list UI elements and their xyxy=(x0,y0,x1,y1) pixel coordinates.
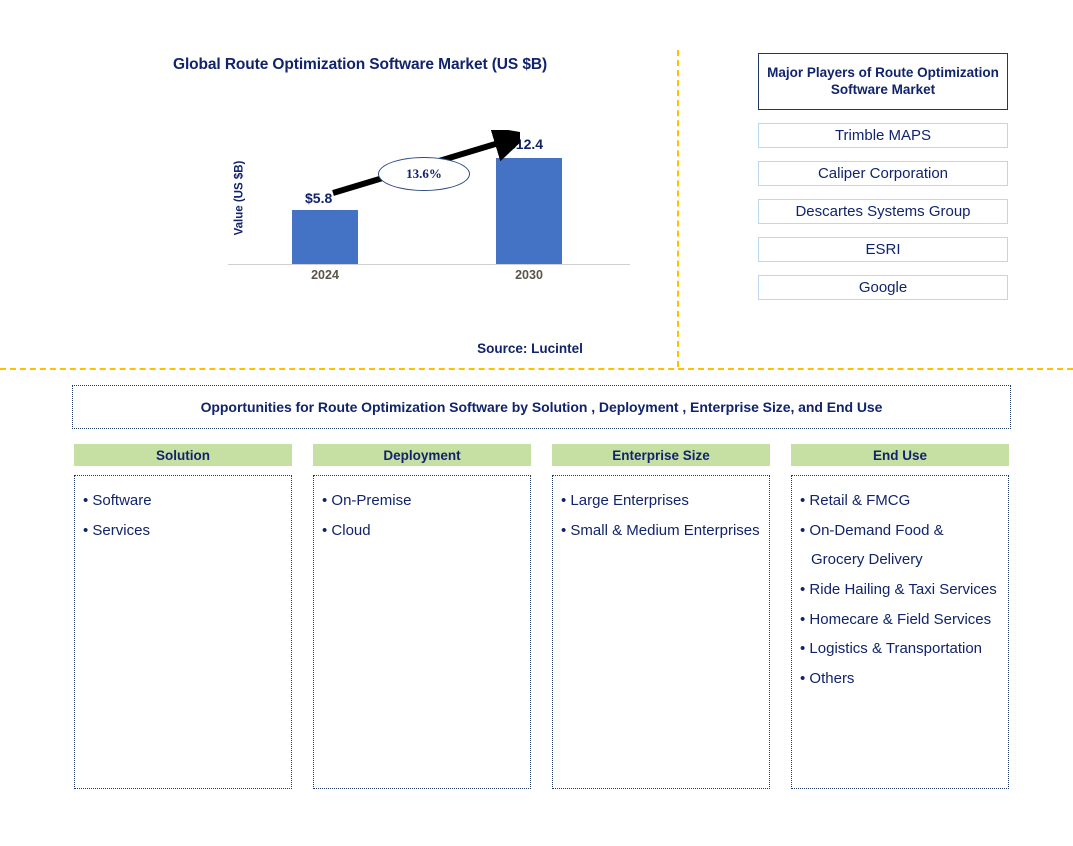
list-end-use: Retail & FMCG On-Demand Food & Grocery D… xyxy=(800,486,1000,694)
cagr-value: 13.6% xyxy=(406,166,442,181)
opportunity-column-enterprise-size: Enterprise Size Large Enterprises Small … xyxy=(552,444,770,789)
list-item: Retail & FMCG xyxy=(800,486,1000,516)
list-item: Large Enterprises xyxy=(561,486,761,516)
list-item: Cloud xyxy=(322,516,522,546)
list-deployment: On-Premise Cloud xyxy=(322,486,522,545)
column-header-end-use: End Use xyxy=(791,444,1009,466)
player-item-2[interactable]: Descartes Systems Group xyxy=(758,199,1008,224)
vertical-divider xyxy=(677,50,679,367)
chart-x-axis-line xyxy=(228,264,630,265)
bar-2030 xyxy=(496,158,562,264)
list-item: Others xyxy=(800,664,1000,694)
player-label-4: Google xyxy=(858,279,908,296)
player-item-0[interactable]: Trimble MAPS xyxy=(758,123,1008,148)
cagr-callout: 13.6% xyxy=(378,157,470,191)
opportunities-columns: Solution Software Services Deployment On… xyxy=(74,444,1009,789)
list-item: Ride Hailing & Taxi Services xyxy=(800,575,1000,605)
chart-source: Source: Lucintel xyxy=(477,341,583,356)
major-players-title-box: Major Players of Route Optimization Soft… xyxy=(758,53,1008,110)
major-players-panel: Major Players of Route Optimization Soft… xyxy=(758,53,1008,300)
column-body-end-use: Retail & FMCG On-Demand Food & Grocery D… xyxy=(791,475,1009,789)
list-item: Logistics & Transportation xyxy=(800,634,1000,664)
chart-y-axis-label-text: Value (US $B) xyxy=(233,160,245,236)
player-label-2: Descartes Systems Group xyxy=(795,203,971,220)
list-item: On-Premise xyxy=(322,486,522,516)
column-header-solution: Solution xyxy=(74,444,292,466)
column-header-label-solution: Solution xyxy=(156,447,210,463)
bar-2024 xyxy=(292,210,358,264)
chart-y-axis-label: Value (US $B) xyxy=(228,133,250,263)
column-body-enterprise-size: Large Enterprises Small & Medium Enterpr… xyxy=(552,475,770,789)
column-header-label-end-use: End Use xyxy=(872,447,927,463)
player-label-3: ESRI xyxy=(865,241,901,258)
opportunities-header-box: Opportunities for Route Optimization Sof… xyxy=(72,385,1011,429)
column-header-deployment: Deployment xyxy=(313,444,531,466)
column-header-label-enterprise-size: Enterprise Size xyxy=(612,447,710,463)
x-tick-2024: 2024 xyxy=(311,268,339,282)
column-body-solution: Software Services xyxy=(74,475,292,789)
column-header-enterprise-size: Enterprise Size xyxy=(552,444,770,466)
opportunity-column-solution: Solution Software Services xyxy=(74,444,292,789)
list-enterprise-size: Large Enterprises Small & Medium Enterpr… xyxy=(561,486,761,545)
bar-value-2024: $5.8 xyxy=(305,190,333,206)
player-item-4[interactable]: Google xyxy=(758,275,1008,300)
list-solution: Software Services xyxy=(83,486,283,545)
player-item-3[interactable]: ESRI xyxy=(758,237,1008,262)
list-item: Small & Medium Enterprises xyxy=(561,516,761,546)
market-chart-panel: Global Route Optimization Software Marke… xyxy=(0,0,676,372)
list-item: Services xyxy=(83,516,283,546)
major-players-title: Major Players of Route Optimization Soft… xyxy=(767,64,999,97)
column-header-label-deployment: Deployment xyxy=(383,447,461,463)
opportunities-header-title: Opportunities for Route Optimization Sof… xyxy=(200,399,883,415)
chart-title: Global Route Optimization Software Marke… xyxy=(172,56,548,73)
x-tick-2030: 2030 xyxy=(515,268,543,282)
opportunity-column-end-use: End Use Retail & FMCG On-Demand Food & G… xyxy=(791,444,1009,789)
horizontal-divider xyxy=(0,368,1073,370)
list-item: Homecare & Field Services xyxy=(800,605,1000,635)
bar-value-2030: $12.4 xyxy=(508,136,544,152)
list-item: Software xyxy=(83,486,283,516)
opportunity-column-deployment: Deployment On-Premise Cloud xyxy=(313,444,531,789)
player-label-1: Caliper Corporation xyxy=(817,165,949,182)
player-item-1[interactable]: Caliper Corporation xyxy=(758,161,1008,186)
player-label-0: Trimble MAPS xyxy=(834,127,932,144)
column-body-deployment: On-Premise Cloud xyxy=(313,475,531,789)
list-item: On-Demand Food & Grocery Delivery xyxy=(800,516,1000,575)
